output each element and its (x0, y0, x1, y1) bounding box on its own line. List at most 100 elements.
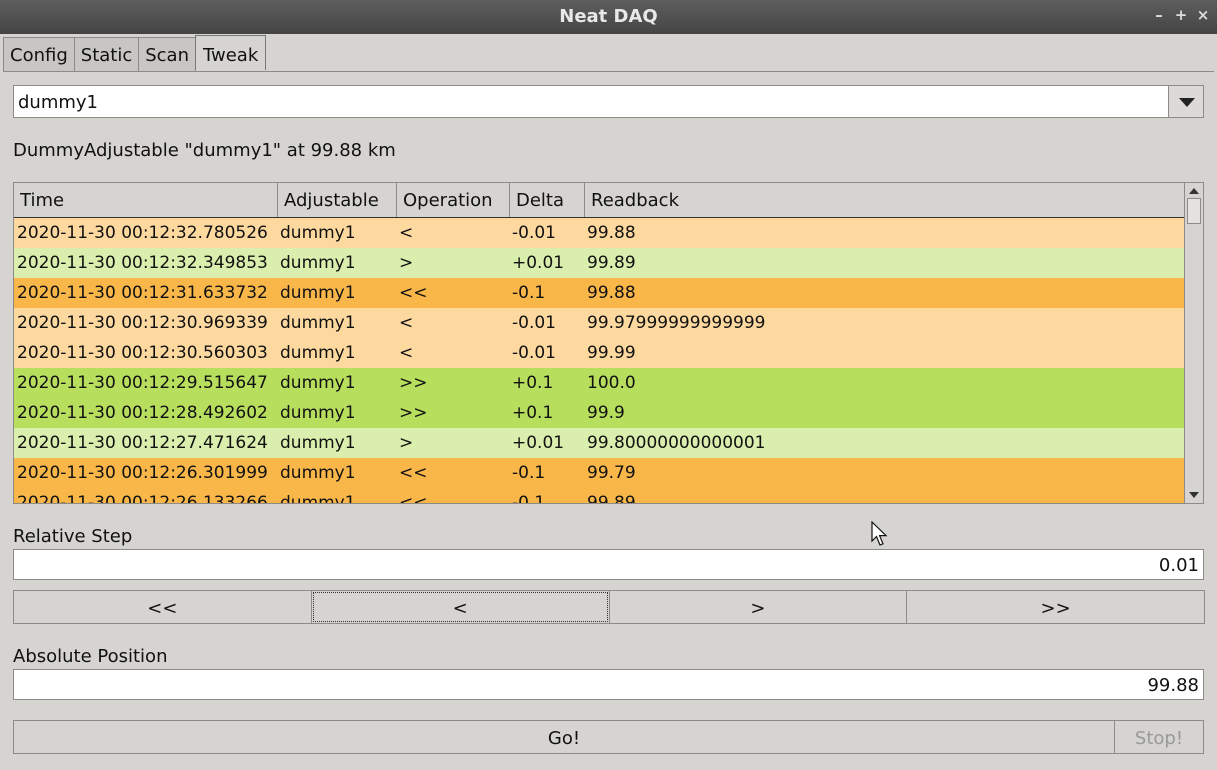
scroll-up-icon[interactable] (1189, 188, 1199, 194)
cell-readback: 99.89 (587, 493, 636, 504)
cell-delta: -0.01 (512, 343, 556, 363)
cell-adjustable: dummy1 (280, 493, 356, 504)
cell-operation: < (399, 313, 414, 333)
dropdown-button[interactable] (1168, 86, 1203, 117)
scroll-thumb[interactable] (1187, 198, 1201, 224)
cell-readback: 99.88 (587, 283, 636, 303)
cell-readback: 99.79 (587, 463, 636, 483)
table-row[interactable]: 2020-11-30 00:12:31.633732 dummy1 << -0.1 99… (14, 278, 1184, 308)
relative-step-value: 0.01 (1158, 555, 1199, 576)
cell-operation: > (399, 253, 414, 273)
table-row[interactable]: 2020-11-30 00:12:32.780526 dummy1 < -0.01 99… (14, 218, 1184, 248)
adjustable-selector-value: dummy1 (18, 92, 99, 113)
cell-readback: 99.88 (587, 223, 636, 243)
cell-time: 2020-11-30 00:12:28.492602 (17, 403, 268, 423)
maximize-button[interactable]: + (1172, 6, 1190, 26)
cell-adjustable: dummy1 (280, 343, 356, 363)
cell-operation: >> (399, 373, 428, 393)
vertical-scrollbar[interactable] (1184, 183, 1203, 503)
minimize-button[interactable]: – (1150, 6, 1168, 26)
go-button[interactable]: Go! (13, 720, 1115, 754)
cell-adjustable: dummy1 (280, 283, 356, 303)
absolute-position-input[interactable]: 99.88 (13, 669, 1204, 700)
column-header-delta[interactable]: Delta (510, 183, 585, 217)
cell-adjustable: dummy1 (280, 313, 356, 333)
cell-adjustable: dummy1 (280, 403, 356, 423)
mouse-cursor-icon (871, 521, 888, 546)
table-header: Time Adjustable Operation Delta Readback (14, 183, 1184, 218)
cell-adjustable: dummy1 (280, 253, 356, 273)
table-row[interactable]: 2020-11-30 00:12:32.349853 dummy1 > +0.01 99… (14, 248, 1184, 278)
cell-operation: < (399, 343, 414, 363)
cell-time: 2020-11-30 00:12:32.780526 (17, 223, 268, 243)
cell-readback: 99.97999999999999 (587, 313, 766, 333)
column-header-time[interactable]: Time (14, 183, 278, 217)
tab-bar: Config Static Scan Tweak (3, 35, 267, 71)
step-back-large-button[interactable]: << (13, 590, 312, 624)
adjustable-selector[interactable]: dummy1 (13, 85, 1204, 118)
table-row[interactable]: 2020-11-30 00:12:30.969339 dummy1 < -0.01 99… (14, 308, 1184, 338)
cell-time: 2020-11-30 00:12:27.471624 (17, 433, 268, 453)
cell-delta: -0.1 (512, 283, 546, 303)
close-button[interactable]: × (1194, 6, 1212, 26)
cell-delta: -0.01 (512, 223, 556, 243)
cell-delta: +0.1 (512, 403, 554, 423)
cell-operation: << (399, 493, 428, 504)
step-back-button[interactable]: < (310, 590, 610, 624)
cell-delta: +0.1 (512, 373, 554, 393)
table-row[interactable]: 2020-11-30 00:12:26.133266 dummy1 << -0.1 99… (14, 488, 1184, 504)
step-forward-large-button[interactable]: >> (906, 590, 1205, 624)
cell-operation: << (399, 283, 428, 303)
cell-adjustable: dummy1 (280, 223, 356, 243)
tab-config[interactable]: Config (3, 37, 75, 71)
history-table[interactable]: Time Adjustable Operation Delta Readback… (13, 182, 1204, 504)
cell-operation: > (399, 433, 414, 453)
column-header-operation[interactable]: Operation (397, 183, 510, 217)
window-title: Neat DAQ (559, 6, 658, 27)
cell-adjustable: dummy1 (280, 433, 356, 453)
cell-delta: -0.1 (512, 493, 546, 504)
tab-tweak[interactable]: Tweak (195, 35, 267, 70)
cell-time: 2020-11-30 00:12:30.969339 (17, 313, 268, 333)
adjustable-status: DummyAdjustable "dummy1" at 99.88 km (13, 140, 396, 161)
step-forward-button[interactable]: > (608, 590, 908, 624)
step-buttons: << < > >> (13, 590, 1205, 624)
tab-divider (3, 71, 1214, 72)
table-row[interactable]: 2020-11-30 00:12:28.492602 dummy1 >> +0.1 99… (14, 398, 1184, 428)
table-row[interactable]: 2020-11-30 00:12:29.515647 dummy1 >> +0.1 10… (14, 368, 1184, 398)
absolute-position-value: 99.88 (1147, 675, 1199, 696)
relative-step-input[interactable]: 0.01 (13, 549, 1204, 580)
cell-time: 2020-11-30 00:12:30.560303 (17, 343, 268, 363)
cell-adjustable: dummy1 (280, 373, 356, 393)
column-header-adjustable[interactable]: Adjustable (278, 183, 397, 217)
cell-time: 2020-11-30 00:12:31.633732 (17, 283, 268, 303)
table-row[interactable]: 2020-11-30 00:12:30.560303 dummy1 < -0.01 99… (14, 338, 1184, 368)
stop-button[interactable]: Stop! (1114, 720, 1204, 754)
cell-delta: -0.01 (512, 313, 556, 333)
table-row[interactable]: 2020-11-30 00:12:27.471624 dummy1 > +0.01 99… (14, 428, 1184, 458)
column-header-readback[interactable]: Readback (585, 183, 1184, 217)
cell-readback: 100.0 (587, 373, 636, 393)
cell-readback: 99.80000000000001 (587, 433, 766, 453)
tab-static[interactable]: Static (73, 37, 140, 71)
relative-step-label: Relative Step (13, 526, 133, 547)
cell-delta: -0.1 (512, 463, 546, 483)
cell-readback: 99.89 (587, 253, 636, 273)
cell-time: 2020-11-30 00:12:29.515647 (17, 373, 268, 393)
cell-operation: < (399, 223, 414, 243)
cell-operation: << (399, 463, 428, 483)
table-row[interactable]: 2020-11-30 00:12:26.301999 dummy1 << -0.1 99… (14, 458, 1184, 488)
chevron-down-icon (1179, 98, 1195, 107)
cell-readback: 99.9 (587, 403, 625, 423)
cell-time: 2020-11-30 00:12:26.133266 (17, 493, 268, 504)
title-bar: Neat DAQ – + × (0, 0, 1217, 34)
scroll-down-icon[interactable] (1189, 492, 1199, 498)
cell-time: 2020-11-30 00:12:26.301999 (17, 463, 268, 483)
tab-scan[interactable]: Scan (138, 37, 196, 71)
cell-time: 2020-11-30 00:12:32.349853 (17, 253, 268, 273)
cell-readback: 99.99 (587, 343, 636, 363)
cell-delta: +0.01 (512, 433, 565, 453)
cell-operation: >> (399, 403, 428, 423)
absolute-position-label: Absolute Position (13, 646, 168, 667)
cell-delta: +0.01 (512, 253, 565, 273)
